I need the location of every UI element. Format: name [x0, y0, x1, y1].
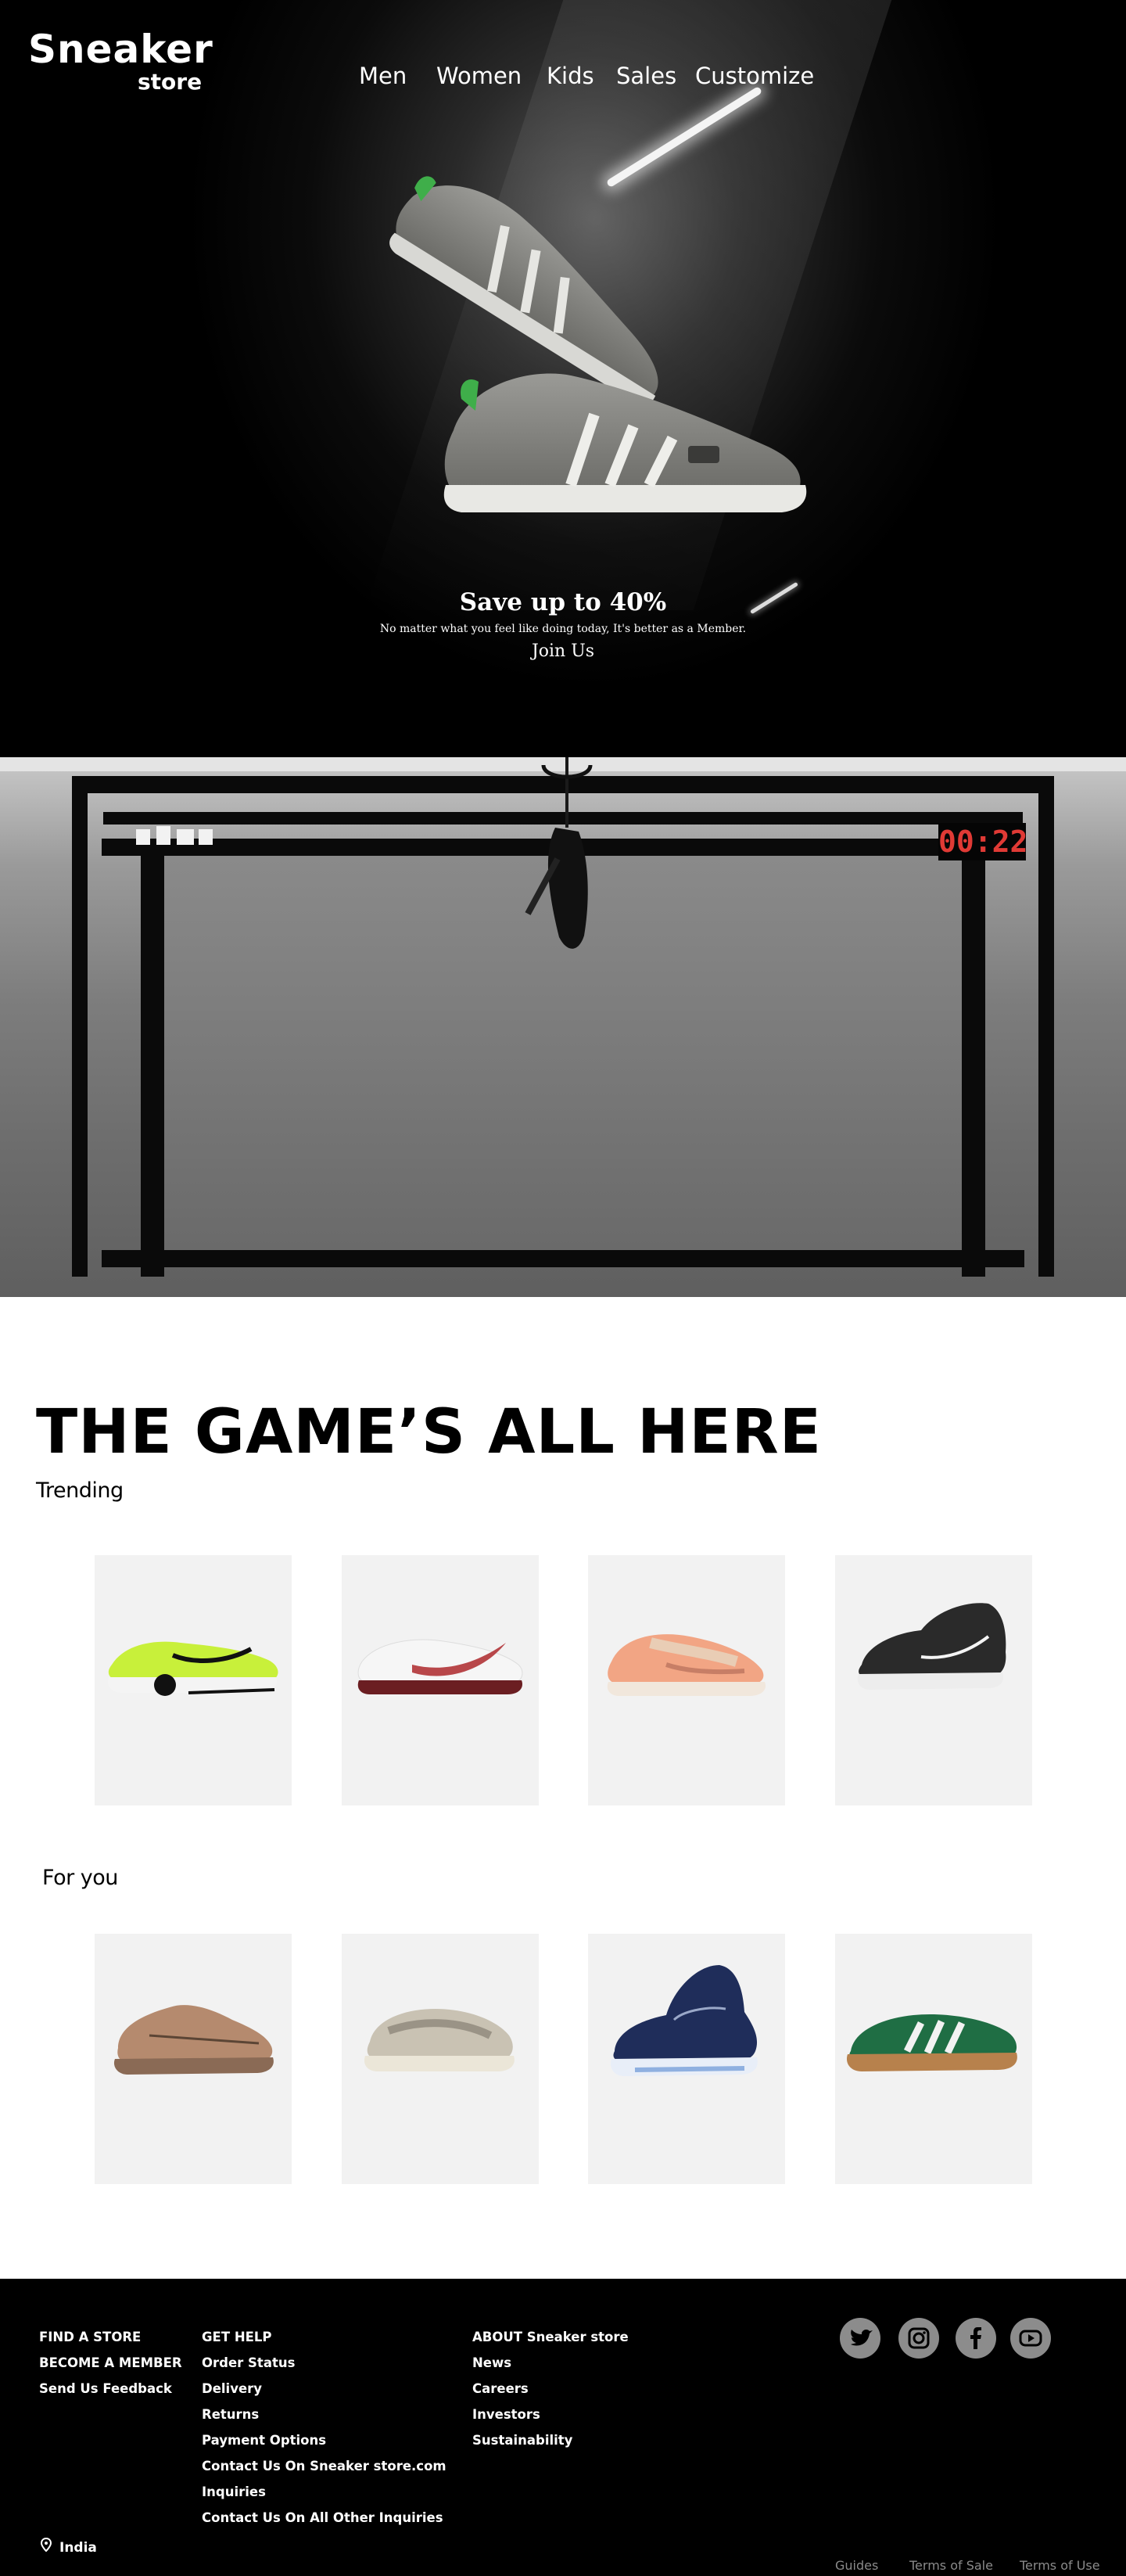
footer-col-store: FIND A STORE BECOME A MEMBER Send Us Fee…: [39, 2324, 182, 2402]
youtube-icon[interactable]: [1010, 2318, 1051, 2359]
nav-sales[interactable]: Sales: [616, 63, 676, 89]
trending-label: Trending: [36, 1478, 124, 1503]
footer-link-news[interactable]: News: [472, 2350, 629, 2376]
frame-right: [1038, 776, 1054, 1277]
footer-link-returns[interactable]: Returns: [202, 2402, 446, 2427]
nav-men[interactable]: Men: [359, 63, 407, 89]
main-nav: Men Women Kids Sales Customize: [0, 63, 1126, 94]
promo-subtitle: No matter what you feel like doing today…: [379, 623, 747, 635]
location-selector[interactable]: India: [41, 2538, 97, 2556]
nav-women[interactable]: Women: [436, 63, 522, 89]
product-card-for-you-4[interactable]: [835, 1934, 1032, 2184]
footer-link-delivery[interactable]: Delivery: [202, 2376, 446, 2402]
countdown-timer: 00:22: [938, 823, 1028, 860]
product-card-trending-3[interactable]: [588, 1555, 785, 1805]
footer-link-sustainability[interactable]: Sustainability: [472, 2427, 629, 2453]
promo-block: Save up to 40% No matter what you feel l…: [0, 588, 1126, 661]
instagram-icon[interactable]: [898, 2318, 939, 2359]
product-card-trending-1[interactable]: [95, 1555, 292, 1805]
footer-link-find-store[interactable]: FIND A STORE: [39, 2324, 182, 2350]
footer-col-help: GET HELP Order Status Delivery Returns P…: [202, 2324, 446, 2531]
frame-left: [72, 776, 88, 1277]
for-you-label: For you: [42, 1866, 118, 1890]
join-us-link[interactable]: Join Us: [532, 641, 594, 661]
black-basketball-sneaker-icon: [857, 1603, 1006, 1690]
green-suede-sneaker-icon: [846, 2014, 1017, 2071]
grey-runner-sneaker-icon: [364, 2009, 515, 2071]
nav-kids[interactable]: Kids: [547, 63, 594, 89]
footer-link-terms-sale[interactable]: Terms of Sale: [909, 2558, 993, 2573]
white-red-sneaker-icon: [357, 1639, 523, 1694]
peach-sneaker-icon: [607, 1634, 766, 1696]
video-showcase: 00:22: [0, 757, 1126, 1297]
footer-link-contact-site[interactable]: Contact Us On Sneaker store.com: [202, 2453, 446, 2479]
footer-link-careers[interactable]: Careers: [472, 2376, 629, 2402]
location-pin-icon: [41, 2538, 52, 2552]
twitter-icon[interactable]: [840, 2318, 880, 2359]
nav-customize[interactable]: Customize: [695, 63, 814, 89]
footer-link-contact-other[interactable]: Contact Us On All Other Inquiries: [202, 2505, 446, 2531]
frame-bottom: [102, 1250, 1024, 1267]
footer-link-about[interactable]: ABOUT Sneaker store: [472, 2324, 629, 2350]
footer-link-terms-use[interactable]: Terms of Use: [1020, 2558, 1100, 2573]
brand-mark-icon: [136, 826, 213, 845]
facebook-icon[interactable]: [956, 2318, 996, 2359]
promo-title: Save up to 40%: [459, 588, 667, 616]
site-footer: FIND A STORE BECOME A MEMBER Send Us Fee…: [0, 2279, 1126, 2576]
footer-link-become-member[interactable]: BECOME A MEMBER: [39, 2350, 182, 2376]
product-card-for-you-2[interactable]: [342, 1934, 539, 2184]
navy-high-top-sneaker-icon: [610, 1965, 758, 2076]
footer-link-order-status[interactable]: Order Status: [202, 2350, 446, 2376]
product-card-for-you-3[interactable]: [588, 1934, 785, 2184]
tan-knit-sneaker-icon: [113, 2005, 274, 2075]
frame-post-right: [962, 839, 985, 1277]
footer-link-inquiries[interactable]: Inquiries: [202, 2479, 446, 2505]
product-card-trending-2[interactable]: [342, 1555, 539, 1805]
product-card-trending-4[interactable]: [835, 1555, 1032, 1805]
hero-banner: Sneaker store Men Women Kids Sales Custo…: [0, 0, 1126, 757]
footer-link-feedback[interactable]: Send Us Feedback: [39, 2376, 182, 2402]
footer-link-payment-options[interactable]: Payment Options: [202, 2427, 446, 2453]
frame-post-left: [141, 839, 164, 1277]
neon-green-sneaker-icon: [107, 1641, 278, 1696]
footer-link-investors[interactable]: Investors: [472, 2402, 629, 2427]
page-headline: THE GAME’S ALL HERE: [36, 1397, 823, 1468]
footer-link-get-help[interactable]: GET HELP: [202, 2324, 446, 2350]
location-label: India: [59, 2540, 97, 2556]
product-card-for-you-1[interactable]: [95, 1934, 292, 2184]
footer-col-about: ABOUT Sneaker store News Careers Investo…: [472, 2324, 629, 2453]
hanging-shoe-image: [525, 757, 593, 949]
footer-link-guides[interactable]: Guides: [835, 2558, 878, 2573]
